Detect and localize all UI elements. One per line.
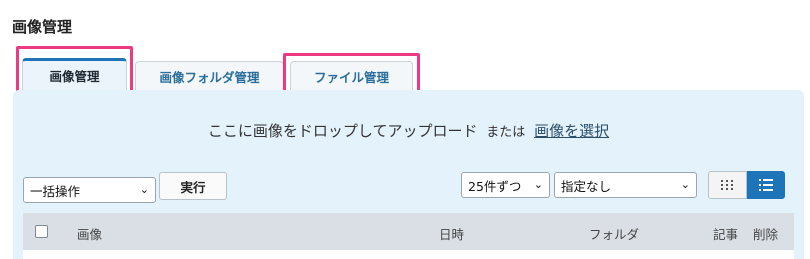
tab-image-management[interactable]: 画像管理	[22, 58, 127, 90]
tab-image-folder-management[interactable]: 画像フォルダ管理	[135, 61, 284, 90]
chevron-down-icon: ⌄	[680, 178, 690, 191]
per-page-value: 25件ずつ	[468, 178, 522, 194]
table-header: 画像 日時 フォルダ 記事 削除	[23, 213, 794, 250]
column-header-datetime: 日時	[439, 227, 465, 242]
page-title: 画像管理	[12, 18, 73, 36]
select-all-checkbox[interactable]	[35, 225, 48, 238]
execute-button[interactable]: 実行	[159, 172, 227, 200]
view-toggle	[708, 171, 785, 199]
dropzone-or: または	[486, 125, 526, 140]
column-header-image: 画像	[77, 227, 103, 242]
dropzone-text: ここに画像をドロップしてアップロード	[207, 122, 478, 140]
list-view-button[interactable]	[746, 171, 785, 199]
column-header-article: 記事	[713, 227, 739, 242]
folder-filter-value: 指定なし	[561, 178, 612, 194]
table-row	[23, 250, 794, 259]
dropzone[interactable]: ここに画像をドロップしてアップロード または 画像を選択	[13, 120, 804, 141]
tab-file-management[interactable]: ファイル管理	[290, 61, 413, 90]
media-panel: ここに画像をドロップしてアップロード または 画像を選択 一括操作 ⌄ 実行 2…	[13, 90, 804, 259]
column-header-delete: 削除	[753, 227, 779, 242]
chevron-down-icon: ⌄	[139, 183, 149, 196]
chevron-down-icon: ⌄	[533, 178, 543, 191]
list-view-icon	[758, 179, 773, 191]
select-image-link[interactable]: 画像を選択	[534, 122, 609, 140]
per-page-select[interactable]: 25件ずつ ⌄	[461, 172, 550, 198]
grid-view-icon	[721, 180, 734, 190]
bulk-action-select[interactable]: 一括操作 ⌄	[23, 177, 156, 203]
column-header-folder: フォルダ	[589, 227, 640, 242]
bulk-action-value: 一括操作	[30, 183, 81, 199]
folder-filter-select[interactable]: 指定なし ⌄	[554, 172, 697, 198]
grid-view-button[interactable]	[708, 171, 747, 199]
